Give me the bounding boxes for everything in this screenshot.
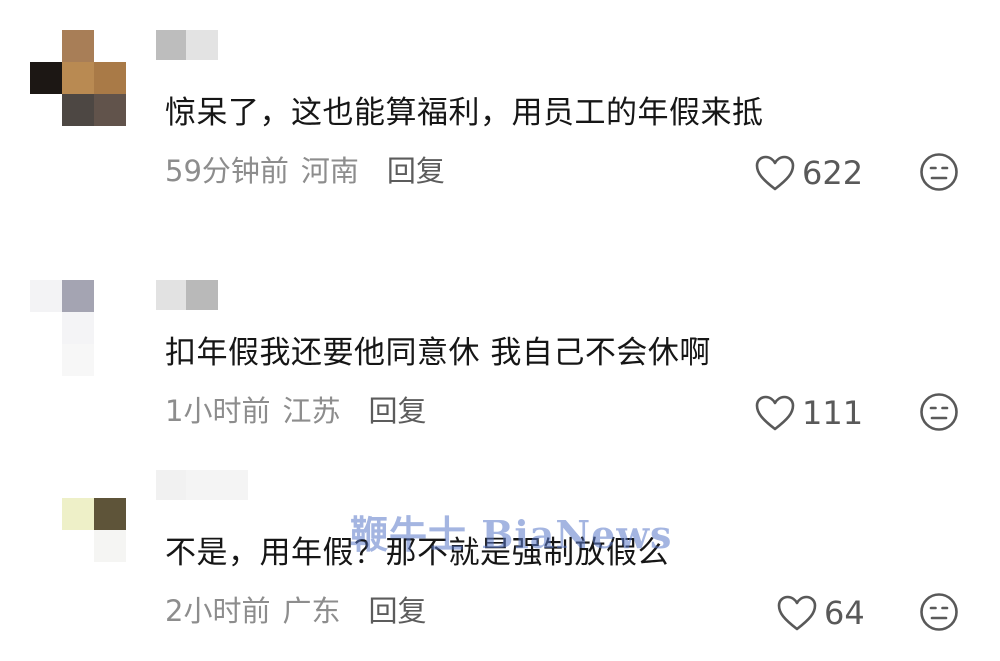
neutral-face-icon[interactable] [919, 592, 959, 632]
heart-outline-icon [755, 155, 795, 191]
like-count: 64 [824, 594, 865, 632]
neutral-face-icon[interactable] [919, 392, 959, 432]
heart-outline-icon [777, 595, 817, 631]
comment-location: 广东 [282, 594, 341, 628]
like-count: 111 [802, 394, 864, 432]
comment-meta: 2小时前 广东 回复 [165, 593, 426, 629]
like-button[interactable]: 111 [754, 393, 863, 433]
comment-time: 2小时前 [165, 594, 271, 628]
like-button[interactable]: 64 [776, 593, 865, 633]
avatar[interactable] [30, 30, 126, 126]
heart-outline-icon [755, 395, 795, 431]
reply-button[interactable]: 回复 [387, 154, 445, 188]
neutral-face-icon[interactable] [919, 152, 959, 192]
avatar[interactable] [30, 280, 126, 376]
reply-button[interactable]: 回复 [368, 594, 426, 628]
comment-time: 59分钟前 [165, 154, 289, 188]
comment-location: 河南 [300, 154, 359, 188]
like-button[interactable]: 622 [754, 153, 863, 193]
comment-location: 江苏 [282, 394, 341, 428]
comment-text: 扣年假我还要他同意休 我自己不会休啊 [165, 335, 711, 371]
comment-text: 惊呆了，这也能算福利，用员工的年假来抵 [165, 95, 764, 131]
avatar[interactable] [30, 498, 126, 594]
comment-meta: 59分钟前 河南 回复 [165, 153, 445, 189]
comment-meta: 1小时前 江苏 回复 [165, 393, 426, 429]
watermark: 鞭牛士 BiaNews [350, 512, 673, 557]
comment-time: 1小时前 [165, 394, 271, 428]
reply-button[interactable]: 回复 [368, 394, 426, 428]
like-count: 622 [802, 154, 864, 192]
